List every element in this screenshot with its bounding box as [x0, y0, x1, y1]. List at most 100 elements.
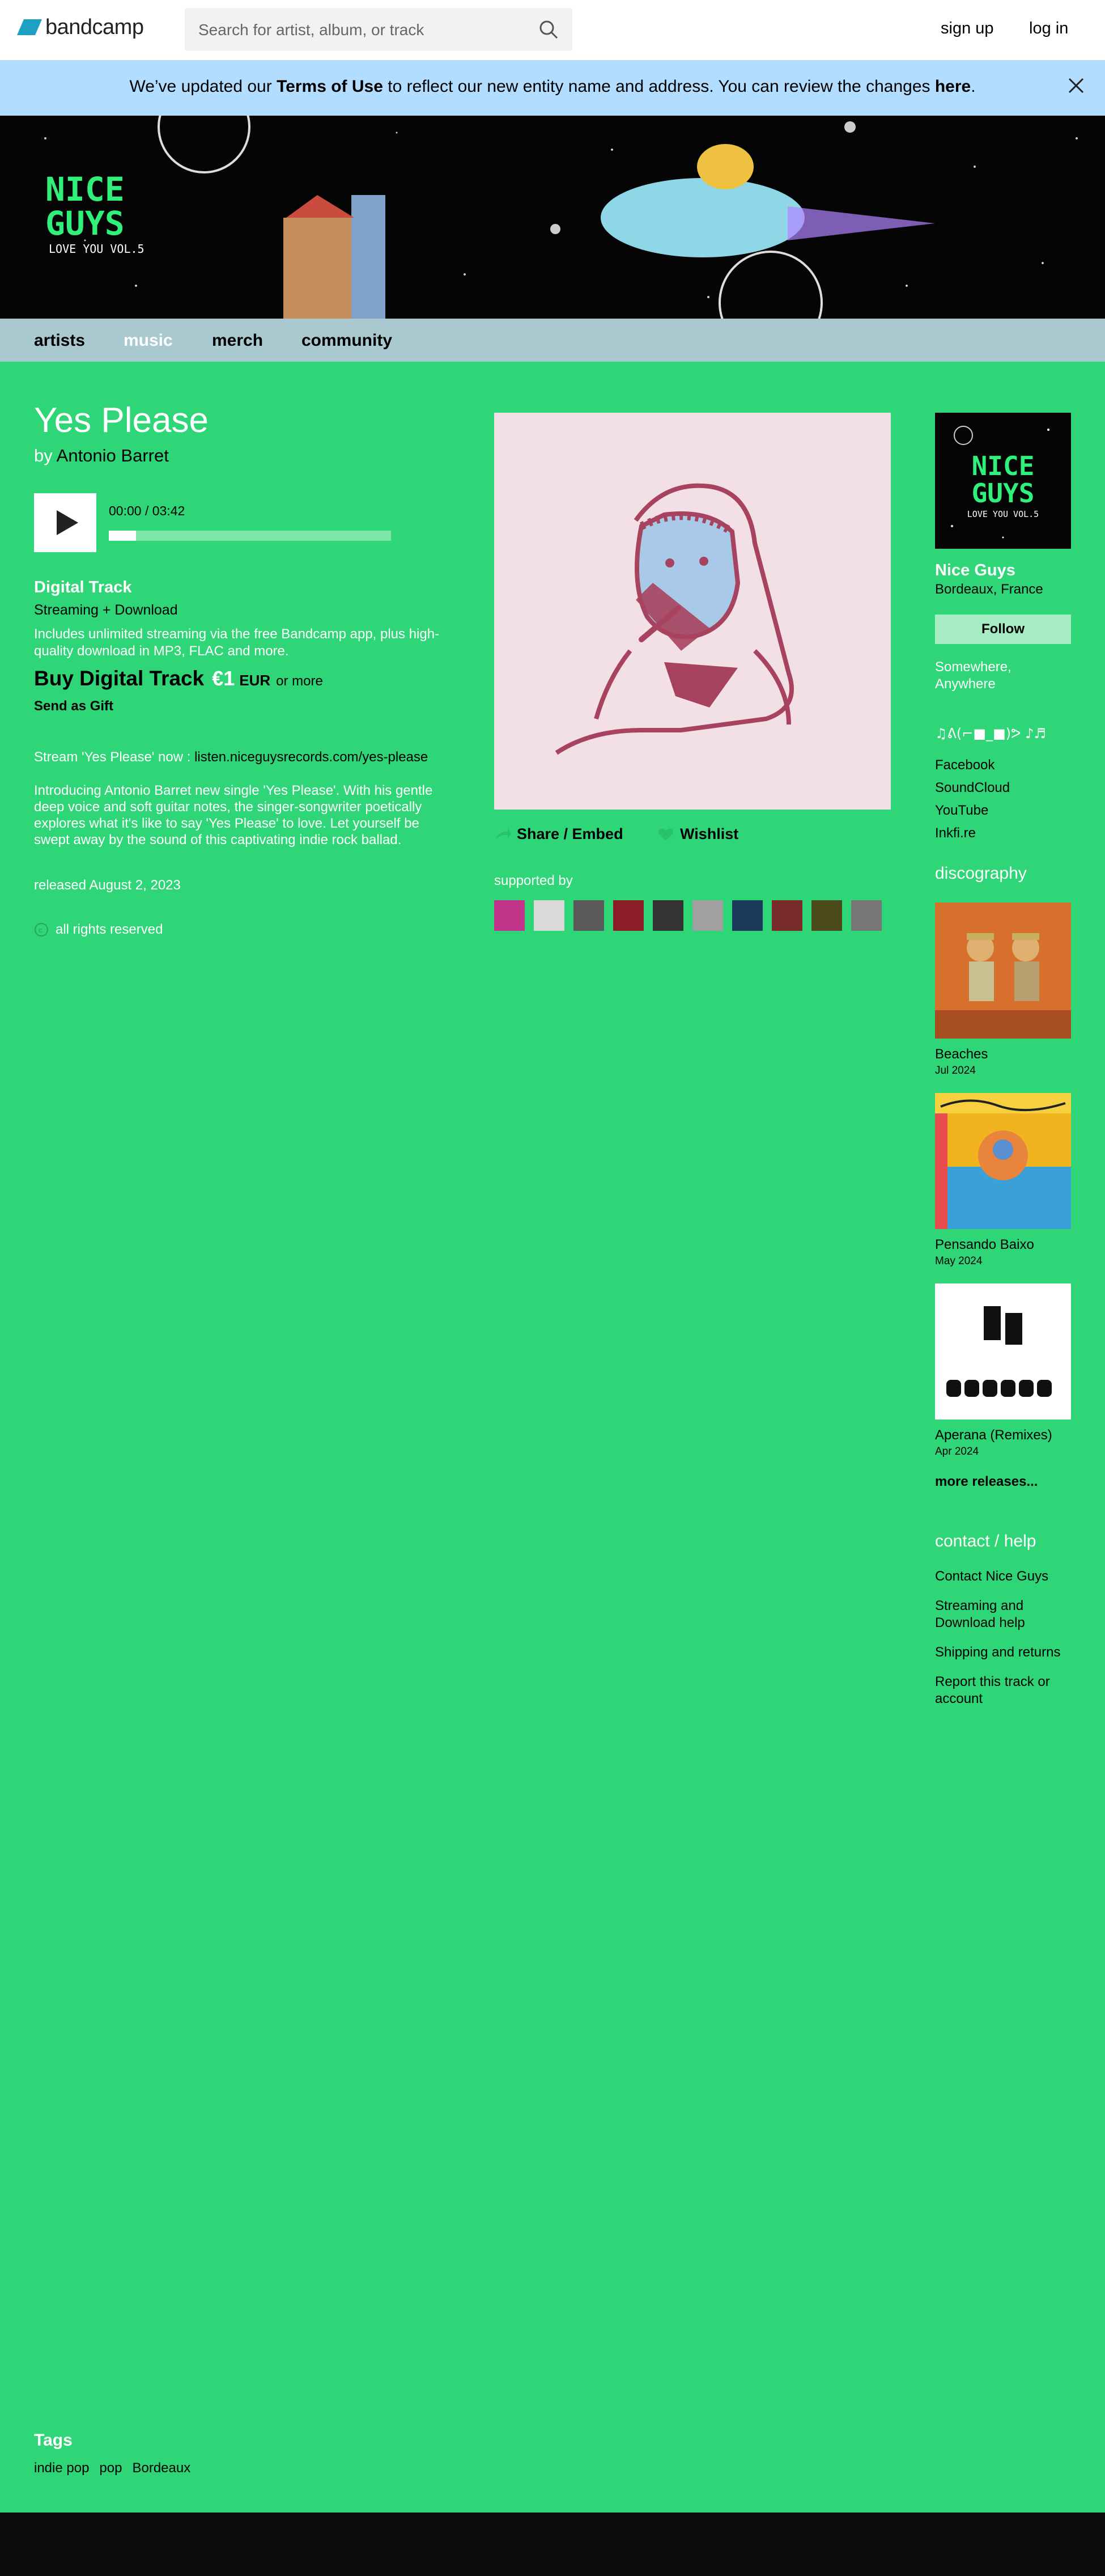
release-date: released August 2, 2023	[34, 878, 181, 893]
buy-digital-track-button[interactable]: Buy Digital Track	[34, 667, 204, 690]
contact-heading: contact / help	[935, 1532, 1036, 1550]
buy-row: Buy Digital Track €1 EUR or more	[34, 667, 323, 690]
nav-merch[interactable]: merch	[212, 331, 263, 350]
streaming-help-link[interactable]: Streaming and Download help	[935, 1598, 1025, 1630]
release-date-beaches: Jul 2024	[935, 1065, 976, 1077]
terms-notice-bar: We’ve updated our Terms of Use to reflec…	[0, 60, 1105, 116]
release-title-pensando-baixo[interactable]: Pensando Baixo	[935, 1237, 1034, 1253]
release-date-pensando-baixo: May 2024	[935, 1255, 983, 1267]
release-art-1	[935, 903, 1071, 1039]
release-art-beaches[interactable]	[935, 903, 1071, 1039]
sign-up-link[interactable]: sign up	[941, 19, 994, 38]
bandcamp-logo-icon	[17, 19, 42, 35]
supported-by-label: supported by	[494, 873, 573, 888]
youtube-link[interactable]: YouTube	[935, 803, 988, 818]
wishlist-button[interactable]: Wishlist	[657, 825, 738, 843]
search-box[interactable]	[185, 8, 572, 51]
label-logo: NICE GUYS LOVE YOU VOL.5	[935, 413, 1071, 549]
tag-item[interactable]: pop	[99, 2460, 122, 2476]
supporter-avatar[interactable]	[811, 900, 842, 931]
share-label: Share / Embed	[517, 825, 623, 842]
release-title-beaches[interactable]: Beaches	[935, 1046, 988, 1062]
soundcloud-link[interactable]: SoundCloud	[935, 780, 1010, 795]
more-releases-link[interactable]: more releases...	[935, 1474, 1038, 1490]
terms-of-use-link[interactable]: Terms of Use	[277, 77, 383, 96]
search-input[interactable]	[197, 18, 528, 42]
release-art-pensando-baixo[interactable]	[935, 1093, 1071, 1229]
tag-item[interactable]: indie pop	[34, 2460, 89, 2476]
send-as-gift-link[interactable]: Send as Gift	[34, 698, 113, 714]
supporter-avatar[interactable]	[613, 900, 644, 931]
play-icon	[57, 510, 78, 535]
page-footer	[0, 2513, 1105, 2576]
supporter-avatar[interactable]	[851, 900, 882, 931]
supporter-avatar[interactable]	[732, 900, 763, 931]
cover-illustration	[494, 413, 891, 810]
label-tagline: Somewhere, Anywhere	[935, 659, 1012, 692]
supporter-avatar[interactable]	[494, 900, 525, 931]
format-title[interactable]: Digital Track	[34, 578, 131, 597]
release-art-aperana[interactable]	[935, 1283, 1071, 1420]
heart-icon	[658, 828, 673, 841]
search-icon[interactable]	[538, 19, 559, 40]
release-art-3	[935, 1283, 1071, 1420]
nav-artists[interactable]: artists	[34, 331, 85, 350]
contact-label-link[interactable]: Contact Nice Guys	[935, 1569, 1048, 1584]
stream-prefix: Stream 'Yes Please' now :	[34, 749, 195, 765]
nav-music[interactable]: music	[124, 331, 173, 350]
label-art[interactable]: NICE GUYS LOVE YOU VOL.5	[935, 413, 1071, 549]
progress-bar[interactable]	[109, 531, 391, 541]
facebook-link[interactable]: Facebook	[935, 757, 994, 773]
inkfire-link[interactable]: Inkfi.re	[935, 825, 976, 841]
release-title-aperana[interactable]: Aperana (Remixes)	[935, 1427, 1052, 1443]
tag-item[interactable]: Bordeaux	[132, 2460, 190, 2476]
contact-links: Contact Nice Guys Streaming and Download…	[935, 1568, 1077, 1720]
release-art-2	[935, 1093, 1071, 1229]
label-art-line2: GUYS	[972, 478, 1035, 509]
banner-logo-line3: LOVE YOU VOL.5	[49, 242, 144, 256]
bandcamp-logo[interactable]: bandcamp	[17, 15, 144, 39]
supporter-avatar[interactable]	[692, 900, 723, 931]
label-links: Facebook SoundCloud YouTube Inkfi.re	[935, 757, 1010, 848]
notice-here-link[interactable]: here	[935, 77, 971, 96]
logo-text: bandcamp	[45, 15, 144, 39]
supporter-avatar[interactable]	[573, 900, 604, 931]
notice-text: We’ve updated our Terms of Use to reflec…	[0, 77, 1105, 96]
play-button[interactable]	[34, 493, 96, 552]
band-nav: artists music merch community	[0, 319, 1105, 362]
tags-heading: Tags	[34, 2431, 73, 2450]
label-location: Bordeaux, France	[935, 582, 1043, 597]
nav-community[interactable]: community	[301, 331, 392, 350]
supporter-avatar[interactable]	[772, 900, 802, 931]
share-embed-button[interactable]: Share / Embed	[494, 825, 623, 843]
supporter-avatar[interactable]	[534, 900, 564, 931]
close-icon[interactable]	[1068, 77, 1085, 94]
report-link[interactable]: Report this track or account	[935, 1674, 1050, 1706]
copyright-icon: c	[35, 923, 48, 937]
time-readout: 00:00 / 03:42	[109, 503, 185, 518]
byline: by Antonio Barret	[34, 446, 169, 466]
artist-banner: NICE GUYS LOVE YOU VOL.5	[0, 116, 1105, 319]
stream-link[interactable]: listen.niceguysrecords.com/yes-please	[194, 749, 428, 765]
price: €1	[212, 667, 235, 690]
follow-button[interactable]: Follow	[935, 615, 1071, 644]
discography-heading: discography	[935, 864, 1027, 883]
label-art-line1: NICE	[972, 451, 1035, 481]
track-description: Introducing Antonio Barret new single 'Y…	[34, 783, 433, 848]
progress-thumb[interactable]	[109, 531, 136, 541]
shipping-returns-link[interactable]: Shipping and returns	[935, 1645, 1060, 1660]
log-in-link[interactable]: log in	[1029, 19, 1068, 38]
notice-pre: We’ve updated our	[129, 77, 277, 96]
tag-list: indie pop pop Bordeaux	[34, 2460, 201, 2476]
or-more-label: or more	[276, 673, 323, 689]
stream-line: Stream 'Yes Please' now : listen.niceguy…	[34, 749, 428, 765]
format-description: Includes unlimited streaming via the fre…	[34, 626, 440, 659]
label-art-line3: LOVE YOU VOL.5	[967, 509, 1039, 519]
banner-artwork: NICE GUYS LOVE YOU VOL.5	[0, 116, 1105, 319]
license: c all rights reserved	[34, 922, 163, 938]
supporter-avatar[interactable]	[653, 900, 683, 931]
track-title: Yes Please	[34, 401, 209, 440]
artist-link[interactable]: Antonio Barret	[57, 446, 169, 465]
track-cover-art[interactable]	[494, 413, 891, 810]
label-name[interactable]: Nice Guys	[935, 561, 1015, 580]
